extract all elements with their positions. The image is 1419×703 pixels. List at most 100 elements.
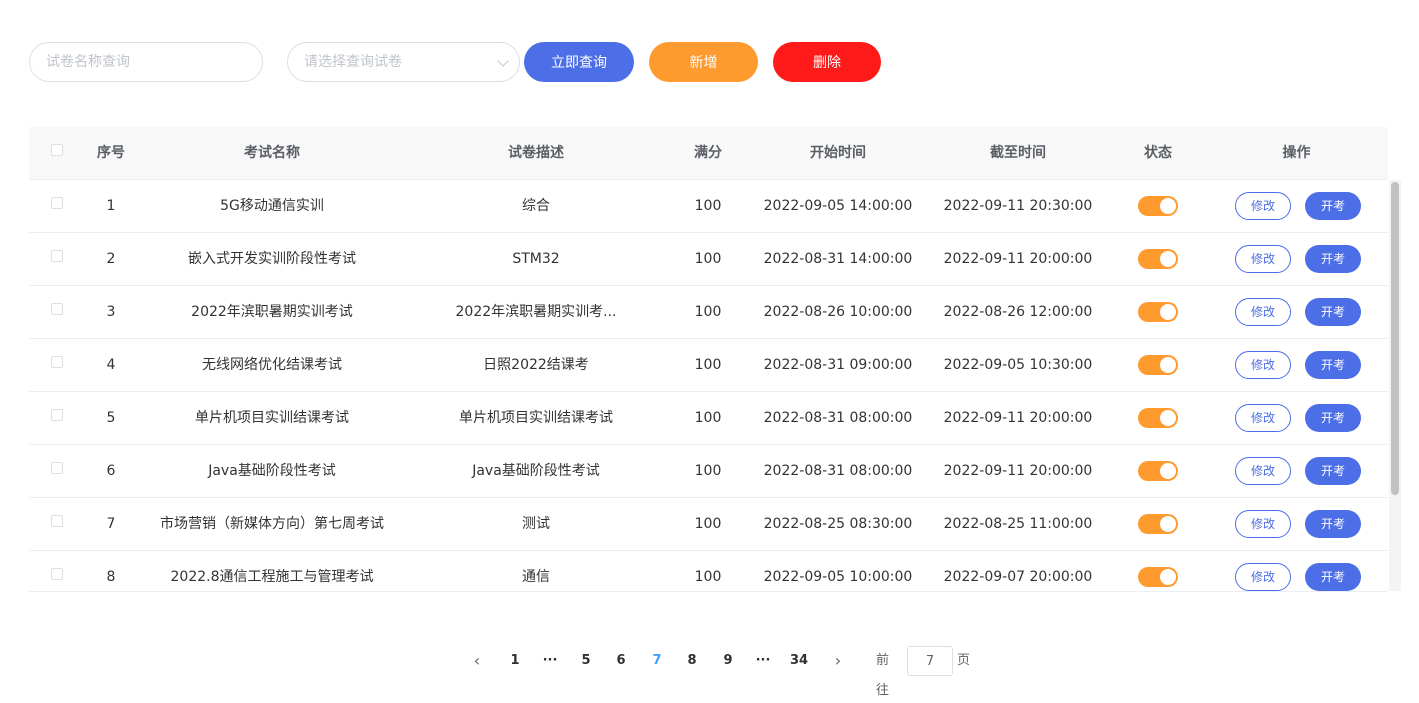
row-paper-desc: 综合: [522, 198, 550, 214]
row-index: 2: [106, 251, 116, 267]
add-button[interactable]: 新增: [649, 42, 758, 82]
start-exam-button[interactable]: 开考: [1305, 404, 1361, 432]
edit-button[interactable]: 修改: [1235, 298, 1291, 326]
toggle-knob: [1160, 251, 1176, 267]
status-toggle[interactable]: [1138, 408, 1178, 428]
page-7[interactable]: 7: [642, 646, 672, 676]
row-paper-desc: 测试: [522, 516, 550, 532]
row-exam-name: 5G移动通信实训: [220, 198, 324, 214]
edit-button[interactable]: 修改: [1235, 192, 1291, 220]
row-start-time: 2022-08-26 10:00:00: [763, 304, 913, 320]
edit-button[interactable]: 修改: [1235, 510, 1291, 538]
row-start-time: 2022-08-31 08:00:00: [763, 410, 913, 426]
table-row: 7 市场营销（新媒体方向）第七周考试 测试 100 2022-08-25 08:30:0…: [29, 498, 1388, 551]
edit-button[interactable]: 修改: [1235, 563, 1291, 591]
start-exam-button[interactable]: 开考: [1305, 298, 1361, 326]
table-header: 序号 考试名称 试卷描述 满分 开始时间 截至时间 状态 操作: [29, 127, 1388, 180]
more-pages-icon[interactable]: ···: [535, 646, 565, 676]
row-end-time: 2022-08-26 12:00:00: [943, 304, 1093, 320]
page-8[interactable]: 8: [677, 646, 707, 676]
more-pages-icon[interactable]: ···: [748, 646, 778, 676]
start-exam-button[interactable]: 开考: [1305, 510, 1361, 538]
status-toggle[interactable]: [1138, 355, 1178, 375]
row-exam-name: 无线网络优化结课考试: [202, 357, 342, 373]
row-checkbox[interactable]: [51, 568, 63, 580]
row-paper-desc: 日照2022结课考: [483, 357, 589, 373]
row-checkbox[interactable]: [51, 303, 63, 315]
table-row: 6 Java基础阶段性考试 Java基础阶段性考试 100 2022-08-31 08:…: [29, 445, 1388, 498]
toggle-knob: [1160, 198, 1176, 214]
row-full-score: 100: [694, 304, 722, 320]
start-exam-button[interactable]: 开考: [1305, 245, 1361, 273]
page-6[interactable]: 6: [606, 646, 636, 676]
start-exam-button[interactable]: 开考: [1305, 457, 1361, 485]
row-checkbox[interactable]: [51, 197, 63, 209]
row-index: 1: [106, 198, 116, 214]
status-toggle[interactable]: [1138, 514, 1178, 534]
goto-page-input[interactable]: [907, 646, 953, 676]
status-toggle[interactable]: [1138, 249, 1178, 269]
paper-select-dropdown[interactable]: 请选择查询试卷: [287, 42, 520, 82]
status-toggle[interactable]: [1138, 461, 1178, 481]
row-paper-desc: 2022年滨职暑期实训考...: [455, 304, 617, 320]
header-start-time: 开始时间: [810, 145, 866, 161]
edit-button[interactable]: 修改: [1235, 404, 1291, 432]
toggle-knob: [1160, 463, 1176, 479]
row-paper-desc: 单片机项目实训结课考试: [459, 410, 613, 426]
delete-button[interactable]: 删除: [773, 42, 881, 82]
row-end-time: 2022-09-07 20:00:00: [943, 569, 1093, 585]
table-body: 1 5G移动通信实训 综合 100 2022-09-05 14:00:00 2022-09…: [29, 180, 1388, 591]
table-row: 2 嵌入式开发实训阶段性考试 STM32 100 2022-08-31 14:00:00…: [29, 233, 1388, 286]
start-exam-button[interactable]: 开考: [1305, 192, 1361, 220]
status-toggle[interactable]: [1138, 567, 1178, 587]
row-index: 8: [106, 569, 116, 585]
toggle-knob: [1160, 516, 1176, 532]
row-index: 4: [106, 357, 116, 373]
start-exam-button[interactable]: 开考: [1305, 351, 1361, 379]
row-start-time: 2022-08-31 09:00:00: [763, 357, 913, 373]
page-1[interactable]: 1: [500, 646, 530, 676]
edit-button[interactable]: 修改: [1235, 457, 1291, 485]
chevron-down-icon: [497, 55, 509, 67]
goto-suffix: 页: [957, 653, 971, 668]
search-button[interactable]: 立即查询: [524, 42, 634, 82]
page-5[interactable]: 5: [571, 646, 601, 676]
row-end-time: 2022-09-11 20:00:00: [943, 463, 1093, 479]
edit-button[interactable]: 修改: [1235, 245, 1291, 273]
row-full-score: 100: [694, 463, 722, 479]
row-exam-name: 嵌入式开发实训阶段性考试: [188, 251, 356, 267]
table-scrollbar-thumb[interactable]: [1391, 182, 1399, 495]
row-full-score: 100: [694, 198, 722, 214]
next-page-button[interactable]: ›: [823, 646, 853, 676]
row-checkbox[interactable]: [51, 356, 63, 368]
paper-name-search-input[interactable]: [29, 42, 263, 82]
page-34[interactable]: 34: [784, 646, 814, 676]
row-start-time: 2022-08-31 14:00:00: [763, 251, 913, 267]
row-checkbox[interactable]: [51, 462, 63, 474]
status-toggle[interactable]: [1138, 196, 1178, 216]
row-index: 7: [106, 516, 116, 532]
table-row: 5 单片机项目实训结课考试 单片机项目实训结课考试 100 2022-08-31 08:…: [29, 392, 1388, 445]
header-exam-name: 考试名称: [244, 145, 300, 161]
row-start-time: 2022-09-05 10:00:00: [763, 569, 913, 585]
prev-page-button[interactable]: ‹: [462, 646, 492, 676]
select-all-checkbox[interactable]: [51, 144, 63, 156]
row-exam-name: 市场营销（新媒体方向）第七周考试: [160, 516, 384, 532]
row-exam-name: 单片机项目实训结课考试: [195, 410, 349, 426]
row-full-score: 100: [694, 251, 722, 267]
page-9[interactable]: 9: [713, 646, 743, 676]
row-exam-name: 2022.8通信工程施工与管理考试: [170, 569, 374, 585]
row-end-time: 2022-09-05 10:30:00: [943, 357, 1093, 373]
row-checkbox[interactable]: [51, 409, 63, 421]
row-checkbox[interactable]: [51, 515, 63, 527]
row-paper-desc: 通信: [522, 569, 550, 585]
row-end-time: 2022-09-11 20:30:00: [943, 198, 1093, 214]
start-exam-button[interactable]: 开考: [1305, 563, 1361, 591]
row-index: 6: [106, 463, 116, 479]
row-exam-name: 2022年滨职暑期实训考试: [191, 304, 353, 320]
table-row: 4 无线网络优化结课考试 日照2022结课考 100 2022-08-31 09:00:…: [29, 339, 1388, 392]
status-toggle[interactable]: [1138, 302, 1178, 322]
header-end-time: 截至时间: [990, 145, 1046, 161]
edit-button[interactable]: 修改: [1235, 351, 1291, 379]
row-checkbox[interactable]: [51, 250, 63, 262]
